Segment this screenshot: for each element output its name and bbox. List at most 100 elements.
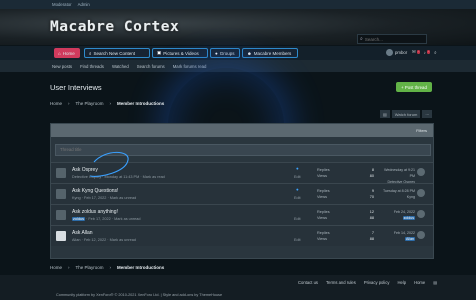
watch-forum-button[interactable]: Watch forum (391, 110, 421, 118)
page-title: User Interviews (50, 83, 102, 92)
post-thread-button[interactable]: + Post thread (396, 82, 432, 92)
user-menu[interactable]: pmbor (386, 49, 407, 56)
views-label: Views (317, 174, 328, 178)
stats-values: 12 88 (364, 209, 374, 221)
thread-date: Feb 17, 2022 (88, 217, 111, 221)
nav-pictures[interactable]: ▣ Pictures & Videos (152, 48, 208, 58)
breadcrumb-home[interactable]: Home (50, 101, 62, 106)
views-count: 88 (369, 237, 374, 241)
table-row[interactable]: Ask Kyng Questions! Kyng · Feb 17, 2022 … (51, 183, 433, 204)
rss-icon[interactable]: ▤ (433, 280, 437, 285)
admin-link[interactable]: Admin (78, 2, 90, 7)
username[interactable]: pmbor (395, 50, 407, 55)
inbox-badge: · (416, 50, 420, 54)
avatar[interactable] (56, 210, 66, 220)
thread-starter[interactable]: zoldus (72, 217, 85, 221)
avatar[interactable] (56, 168, 66, 178)
last-post-avatar[interactable] (417, 210, 425, 218)
last-post-date[interactable]: Feb 24, 2022 (394, 210, 415, 214)
replies-label: Replies (317, 168, 330, 172)
thread-title[interactable]: Ask Kyng Questions! (72, 188, 118, 194)
moderator-link[interactable]: Moderator (52, 2, 72, 7)
last-post-date[interactable]: Tuesday at 8:28 PM (383, 189, 415, 193)
breadcrumb-current[interactable]: Member Introductions (117, 101, 164, 106)
footer-contact[interactable]: Contact us (298, 280, 318, 285)
thread-title[interactable]: Ask zoldus anything! (72, 209, 118, 215)
site-header: Macabre Cortex ⌕ (0, 9, 476, 45)
footer-home[interactable]: Home (414, 280, 425, 285)
last-post[interactable]: Tuesday at 8:28 PM Kyng (381, 188, 415, 200)
table-row[interactable]: Ask Allan Allan · Feb 12, 2022 · Mark as… (51, 225, 433, 246)
footer-privacy[interactable]: Privacy policy (364, 280, 390, 285)
breadcrumb-current[interactable]: Member Introductions (117, 265, 164, 270)
more-button[interactable]: ⋯ (422, 110, 433, 118)
nav-members-label: Macabre Members (253, 50, 292, 56)
site-logo[interactable]: Macabre Cortex (50, 19, 179, 35)
last-post-user[interactable]: Kyng (407, 195, 415, 199)
mark-read-link[interactable]: Mark as read (143, 175, 165, 179)
unread-dot-icon[interactable]: ● (296, 187, 299, 192)
stats-labels: Replies Views (317, 167, 330, 179)
last-post-date[interactable]: Feb 14, 2022 (394, 231, 415, 235)
search-box[interactable]: ⌕ (357, 34, 427, 44)
last-post-user[interactable]: Allan (405, 237, 415, 241)
envelope-icon[interactable]: ✉ (412, 49, 416, 55)
stats-labels: Replies Views (317, 209, 330, 221)
last-post-avatar[interactable] (417, 231, 425, 239)
avatar[interactable] (56, 231, 66, 241)
mark-read-link[interactable]: Mark as unread (110, 196, 136, 200)
breadcrumb-playroom[interactable]: The Playroom (76, 101, 104, 106)
nav-groups[interactable]: ● Groups (210, 48, 240, 58)
thread-starter[interactable]: Allan (72, 238, 80, 242)
unread-dot-icon[interactable]: ● (296, 166, 299, 171)
footer-terms[interactable]: Terms and rules (326, 280, 356, 285)
rss-icon: ▤ (383, 111, 387, 117)
nav-home[interactable]: ⌂ Home (54, 48, 80, 58)
subnav-watched[interactable]: Watched (112, 64, 129, 69)
subnav-new-posts[interactable]: New posts (52, 64, 72, 69)
replies-count: 7 (371, 231, 374, 235)
rss-button[interactable]: ▤ (380, 110, 390, 118)
last-post-date[interactable]: Wednesday at 9:21 PM (384, 168, 415, 178)
bell-icon[interactable]: ♪ (424, 50, 426, 55)
nav-new-content[interactable]: ⌕ Search New Content (84, 48, 150, 58)
mark-read-link[interactable]: Mark as unread (110, 238, 136, 242)
views-label: Views (317, 216, 328, 220)
search-input[interactable] (364, 36, 420, 42)
subnav-search-forums[interactable]: Search forums (137, 64, 165, 69)
search-icon[interactable]: ⌕ (360, 36, 363, 42)
avatar[interactable] (56, 189, 66, 199)
stats-values: 9 70 (364, 188, 374, 200)
search-icon[interactable]: ⌕ (434, 50, 436, 55)
filters-button[interactable]: Filters (416, 128, 427, 133)
replies-count: 12 (369, 210, 374, 214)
views-label: Views (317, 237, 328, 241)
breadcrumb-home[interactable]: Home (50, 265, 62, 270)
stats-values: 8 80 (364, 167, 374, 179)
home-icon: ⌂ (58, 50, 61, 56)
avatar[interactable] (386, 49, 393, 56)
nav-new-content-label: Search New Content (93, 50, 136, 56)
nav-members[interactable]: ☻ Macabre Members (242, 48, 298, 58)
edit-link[interactable]: Edit (294, 217, 301, 221)
breadcrumb-playroom[interactable]: The Playroom (76, 265, 104, 270)
thread-title[interactable]: Ask Allan (72, 230, 93, 236)
edit-link[interactable]: Edit (294, 196, 301, 200)
footer-help[interactable]: Help (397, 280, 406, 285)
last-post-avatar[interactable] (417, 189, 425, 197)
edit-link[interactable]: Edit (294, 175, 301, 179)
views-count: 70 (369, 195, 374, 199)
subnav-find-threads[interactable]: Find threads (80, 64, 104, 69)
edit-link[interactable]: Edit (294, 238, 301, 242)
table-row[interactable]: Ask zoldus anything! zoldus · Feb 17, 20… (51, 204, 433, 225)
replies-label: Replies (317, 210, 330, 214)
mark-read-link[interactable]: Mark as unread (114, 217, 140, 221)
subnav-mark-read[interactable]: Mark forums read (173, 64, 207, 69)
last-post-user[interactable]: zoldus (402, 216, 415, 220)
last-post[interactable]: Feb 14, 2022 Allan (381, 230, 415, 242)
views-label: Views (317, 195, 328, 199)
last-post-avatar[interactable] (417, 168, 425, 176)
last-post[interactable]: Feb 24, 2022 zoldus (381, 209, 415, 221)
breadcrumb: Home › The Playroom › Member Introductio… (50, 101, 170, 106)
thread-starter[interactable]: Kyng (72, 196, 81, 200)
